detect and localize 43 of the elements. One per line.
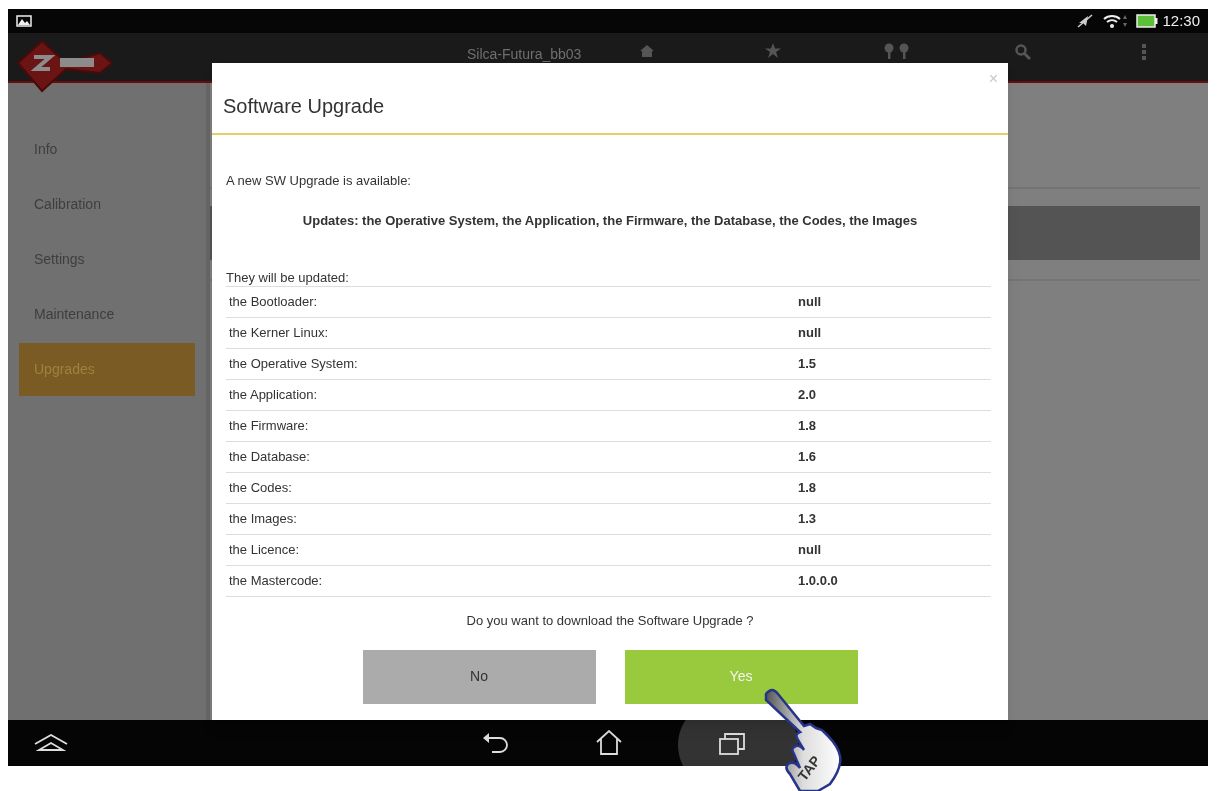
list-heading: They will be updated: [226,269,350,286]
row-label: the Licence: [228,541,301,560]
app-title: Silca-Futura_bb03 [467,45,582,64]
question-text: Do you want to download the Software Upgrade ? [465,612,755,630]
data-arrows-icon [1122,14,1129,28]
close-button[interactable]: × [988,71,998,87]
row-value: 1.3 [798,510,817,529]
keys-icon[interactable] [883,43,911,59]
row-label: the Database: [228,448,311,467]
row-value: 1.5 [798,355,817,374]
search-icon[interactable] [1015,44,1031,60]
muted-icon [1076,13,1095,29]
intro-text: A new SW Upgrade is available: [226,172,412,190]
more-options-icon[interactable] [1142,44,1146,60]
row-label: the Operative System: [228,355,359,374]
row-value: null [798,541,822,560]
recent-apps-icon[interactable] [718,732,746,756]
row-label: the Kerner Linux: [228,324,329,343]
clock-time: 12:30 [1162,10,1200,31]
row-label: the Application: [228,386,319,405]
row-label: the Images: [228,510,298,529]
row-value: null [798,324,822,343]
cancel-button[interactable]: No [362,649,596,704]
row-value: 1.8 [798,479,817,498]
star-icon[interactable] [765,43,781,58]
row-value: 1.6 [798,448,817,467]
row-label: the Codes: [228,479,293,498]
row-label: the Mastercode: [228,572,324,591]
dialog-title: Software Upgrade [223,95,385,117]
chevron-up-icon[interactable] [34,734,68,752]
row-value: 1.0.0.0 [798,572,838,591]
confirm-button[interactable]: Yes [624,649,858,704]
picture-notification-icon [16,15,32,27]
row-value: null [798,293,822,312]
row-label: the Firmware: [228,417,310,436]
battery-icon [1136,14,1159,28]
row-value: 2.0 [798,386,817,405]
updates-summary: Updates: the Operative System, the Application, the Firmware, the Database, the Codes, the Images [301,211,919,230]
back-icon[interactable] [482,732,508,754]
home-icon[interactable] [596,730,622,756]
wifi-icon [1102,13,1123,29]
row-label: the Bootloader: [228,293,319,312]
row-value: 1.8 [798,417,817,436]
